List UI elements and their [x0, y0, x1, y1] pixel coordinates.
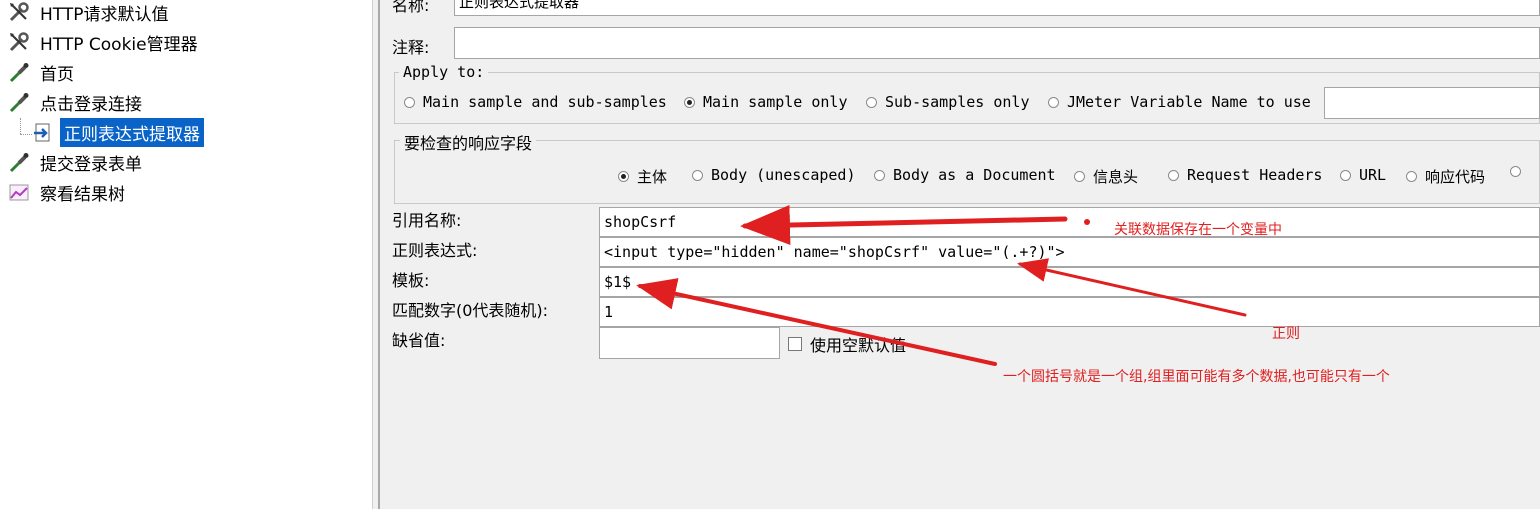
template-label: 模板:	[392, 271, 430, 290]
wrench-icon	[6, 29, 32, 55]
annotation-variable-note: 关联数据保存在一个变量中	[1114, 222, 1282, 238]
tree-item-submit-login[interactable]: 提交登录表单	[6, 148, 146, 176]
use-empty-default-checkbox[interactable]: 使用空默认值	[788, 332, 906, 356]
radio-label: 信息头	[1093, 168, 1139, 186]
radio-main-and-sub[interactable]: Main sample and sub-samples	[404, 93, 667, 111]
chart-icon	[6, 179, 32, 205]
field-to-check-legend: 要检查的响应字段	[400, 130, 537, 154]
radio-response-code[interactable]: 响应代码	[1406, 166, 1485, 187]
radio-label: 主体	[637, 168, 668, 186]
tree-item-http-defaults[interactable]: HTTP请求默认值	[6, 0, 173, 26]
regex-label: 正则表达式:	[392, 241, 478, 260]
radio-circle	[684, 96, 695, 108]
radio-body[interactable]: 主体	[618, 166, 667, 187]
name-label: 名称:	[392, 0, 430, 15]
tree-item-label: 正则表达式提取器	[60, 117, 204, 147]
annotation-regex-note: 正则	[1272, 326, 1300, 342]
tree-item-click-login[interactable]: 点击登录连接	[6, 88, 146, 116]
checkbox-label: 使用空默认值	[810, 336, 907, 355]
tree-item-label: HTTP Cookie管理器	[40, 34, 198, 55]
tree-item-label: 察看结果树	[40, 184, 125, 205]
tree-connector	[20, 118, 21, 134]
default-value-input[interactable]	[599, 327, 780, 359]
radio-circle	[866, 96, 877, 108]
radio-circle	[1510, 166, 1521, 177]
match-no-input[interactable]: 1	[599, 297, 1540, 327]
tree-item-label: 首页	[40, 64, 74, 85]
annotation-group-note: 一个圆括号就是一个组,组里面可能有多个数据,也可能只有一个	[1003, 369, 1390, 385]
pipette-icon	[6, 59, 32, 85]
radio-circle	[404, 96, 415, 108]
radio-body-unescaped[interactable]: Body (unescaped)	[692, 166, 856, 184]
radio-circle	[1168, 169, 1179, 181]
radio-circle	[618, 171, 629, 182]
radio-label: URL	[1359, 166, 1387, 184]
apply-to-legend: Apply to:	[399, 63, 489, 81]
reference-name-input[interactable]: shopCsrf	[599, 207, 1540, 237]
default-value-label: 缺省值:	[392, 331, 446, 350]
radio-circle	[692, 169, 703, 181]
comment-label: 注释:	[392, 38, 430, 57]
radio-circle	[1074, 171, 1085, 182]
radio-label: Main sample only	[703, 93, 848, 111]
radio-label: 响应代码	[1425, 168, 1486, 186]
match-no-label: 匹配数字(0代表随机):	[392, 301, 549, 320]
pipette-icon	[6, 89, 32, 115]
tree-item-cookie-manager[interactable]: HTTP Cookie管理器	[6, 28, 202, 56]
tree-item-label: 点击登录连接	[40, 94, 142, 115]
pipette-icon	[6, 149, 32, 175]
radio-headers[interactable]: 信息头	[1074, 166, 1138, 187]
radio-label: Body (unescaped)	[711, 166, 856, 184]
radio-sub-only[interactable]: Sub-samples only	[866, 93, 1030, 111]
test-plan-tree: HTTP请求默认值 HTTP Cookie管理器 首页 点击登录连接 正则表达式…	[0, 0, 372, 509]
template-input[interactable]: $1$	[599, 267, 1540, 297]
jmeter-variable-input[interactable]	[1324, 87, 1540, 119]
regex-input[interactable]: <input type="hidden" name="shopCsrf" val…	[599, 237, 1540, 267]
radio-label: Request Headers	[1187, 166, 1323, 184]
checkbox-box	[788, 337, 802, 351]
reference-name-label: 引用名称:	[392, 211, 462, 230]
tree-item-label: 提交登录表单	[40, 154, 142, 175]
tree-item-results-tree[interactable]: 察看结果树	[6, 178, 129, 206]
radio-circle	[1340, 169, 1351, 181]
name-input[interactable]: 正则表达式提取器	[454, 0, 1540, 16]
tree-item-regex-extractor[interactable]: 正则表达式提取器	[30, 117, 204, 147]
radio-body-as-document[interactable]: Body as a Document	[874, 166, 1056, 184]
regex-extractor-panel: 名称: 正则表达式提取器 注释: Apply to: Main sample a…	[380, 0, 1540, 509]
extractor-icon	[30, 119, 56, 145]
radio-main-only[interactable]: Main sample only	[684, 93, 848, 111]
radio-circle	[1406, 171, 1417, 182]
radio-url[interactable]: URL	[1340, 166, 1386, 184]
radio-label: Main sample and sub-samples	[423, 93, 667, 111]
comment-input[interactable]	[454, 27, 1540, 59]
radio-response-message-clipped[interactable]	[1510, 166, 1529, 177]
radio-label: Sub-samples only	[885, 93, 1030, 111]
radio-circle	[1048, 96, 1059, 108]
radio-jmeter-variable[interactable]: JMeter Variable Name to use	[1048, 93, 1311, 111]
radio-circle	[874, 169, 885, 181]
radio-request-headers[interactable]: Request Headers	[1168, 166, 1322, 184]
wrench-icon	[6, 0, 32, 25]
tree-item-home[interactable]: 首页	[6, 58, 78, 86]
radio-label: JMeter Variable Name to use	[1067, 93, 1311, 111]
tree-item-label: HTTP请求默认值	[40, 4, 169, 25]
panel-splitter[interactable]	[372, 0, 380, 509]
radio-label: Body as a Document	[893, 166, 1056, 184]
